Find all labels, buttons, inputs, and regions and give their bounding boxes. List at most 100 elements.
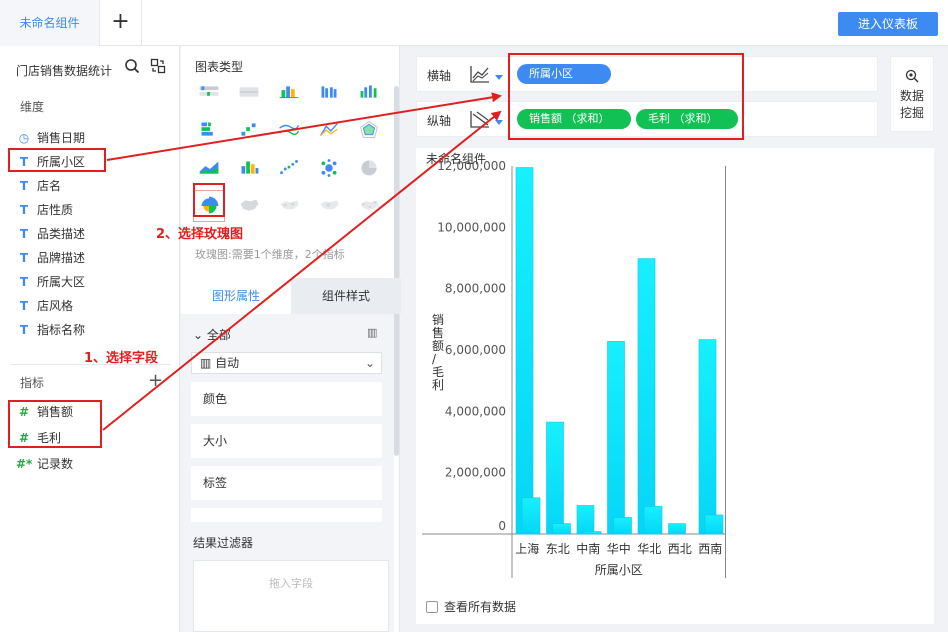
column-combo-icon[interactable]	[233, 152, 265, 184]
result-filter-title: 结果过滤器	[193, 536, 254, 550]
data-mining-button[interactable]: 数据 挖掘	[890, 56, 934, 132]
dimension-field[interactable]: T 店风格	[16, 296, 73, 316]
field-panel: 门店销售数据统计 维度 ◷ 销售日期 T 所属小区 T 店名 T 店性质 T 品类描述 T 品牌描述 T…	[0, 46, 180, 632]
range-bar-icon[interactable]	[233, 114, 265, 146]
y-tick-label: 10,000,000	[437, 220, 506, 234]
pie-chart-icon[interactable]	[353, 152, 385, 184]
chart-style-select[interactable]: ▥ 自动 ⌄	[191, 352, 382, 374]
axis-chart-icon[interactable]	[469, 63, 491, 85]
dimension-field[interactable]: T 店性质	[16, 200, 73, 220]
flow-map-icon[interactable]	[273, 190, 305, 222]
chart-config-panel: 图表类型 玫瑰图:需要1个维度，2个指标 图形属性 组件样式 ⌄ 全部 ▥ ▥	[181, 46, 401, 632]
area-chart-icon[interactable]	[193, 152, 225, 184]
bar-profit	[552, 523, 571, 535]
dimension-field-label: 指标名称	[37, 323, 86, 337]
bubble-chart-icon[interactable]	[313, 152, 345, 184]
china-map-icon[interactable]	[233, 190, 265, 222]
checkbox-icon	[426, 601, 438, 613]
bar-sales	[607, 341, 625, 535]
bar-chart-icon[interactable]	[313, 76, 345, 108]
label-property[interactable]: 标签	[191, 466, 382, 500]
text-type-icon: T	[19, 203, 29, 217]
text-type-icon: T	[19, 323, 29, 337]
view-all-data-checkbox[interactable]: 查看所有数据	[426, 598, 516, 615]
all-series-toggle[interactable]: ⌄ 全部	[193, 326, 231, 343]
property-tabs: 图形属性 组件样式	[181, 278, 401, 314]
x-tick-label: 上海	[515, 541, 539, 556]
data-mining-label-1: 数据	[899, 89, 924, 103]
dimension-field-label: 品类描述	[37, 227, 86, 241]
axis-caret-icon[interactable]	[495, 75, 503, 80]
axis-chart-icon[interactable]	[469, 108, 491, 130]
table-chart-icon[interactable]	[193, 76, 225, 108]
dimension-field[interactable]: T 指标名称	[16, 320, 85, 340]
y-tick-label: 0	[498, 519, 506, 533]
x-axis-title: 所属小区	[595, 563, 643, 577]
x-tick-label: 西北	[668, 542, 692, 556]
size-property[interactable]: 大小	[191, 424, 382, 458]
top-tab-bar: 未命名组件 + 进入仪表板	[0, 0, 948, 46]
x-tick-label: 华中	[607, 541, 631, 556]
color-property[interactable]: 颜色	[191, 382, 382, 416]
tooltip-property[interactable]	[191, 508, 382, 522]
shape-properties-area: ⌄ 全部 ▥ ▥ 自动 ⌄ 颜色 大小 标签	[181, 314, 394, 522]
heat-map-icon[interactable]	[313, 190, 345, 222]
grouped-bar-icon[interactable]	[353, 76, 385, 108]
dimensions-title: 维度	[20, 100, 45, 114]
tab-component-style[interactable]: 组件样式	[291, 278, 401, 314]
dimension-field[interactable]: T 品牌描述	[16, 248, 85, 268]
record-count-icon: #*	[16, 457, 33, 471]
bar-profit	[643, 506, 663, 535]
x-tick-label: 中南	[576, 541, 600, 556]
bar-chart: 0 2,000,000 4,000,000 6,000,000 8,000,000 10,…	[422, 159, 726, 578]
switch-datasource-icon[interactable]	[150, 58, 166, 74]
y-axis-label: 纵轴	[427, 114, 452, 128]
bar-profit	[521, 497, 541, 535]
text-type-icon: T	[19, 299, 29, 313]
dimension-field-label: 品牌描述	[37, 251, 86, 265]
bar-sales	[546, 421, 564, 535]
y-axis-title: 销售额/毛利	[432, 313, 444, 392]
y-tick-label: 2,000,000	[445, 466, 506, 480]
stacked-bar-icon[interactable]	[193, 114, 225, 146]
measure-field[interactable]: #* 记录数	[16, 454, 73, 474]
bar-profit	[582, 531, 602, 535]
chart-types-scrollbar[interactable]	[394, 86, 399, 456]
search-icon[interactable]	[124, 58, 140, 74]
text-type-icon: T	[19, 251, 29, 265]
bar-sales	[668, 523, 686, 535]
dimension-field[interactable]: T 所属大区	[16, 272, 85, 292]
add-measure-button[interactable]: +	[148, 370, 163, 391]
dimension-field[interactable]: ◷ 销售日期	[16, 128, 85, 148]
bar-sales	[515, 167, 534, 535]
line-chart-icon[interactable]	[273, 114, 305, 146]
data-mining-icon	[905, 69, 919, 83]
text-type-icon: T	[19, 275, 29, 289]
annotation-step-2: 2、选择玫瑰图	[156, 227, 244, 242]
cross-table-icon[interactable]	[233, 76, 265, 108]
chevron-down-icon: ⌄	[193, 328, 204, 342]
radar-chart-icon[interactable]	[353, 114, 385, 146]
enter-dashboard-button[interactable]: 进入仪表板	[838, 12, 938, 36]
bar-profit	[613, 517, 632, 535]
text-type-icon: T	[19, 227, 29, 241]
dimension-field[interactable]: T 品类描述	[16, 224, 85, 244]
radar-line-icon[interactable]	[313, 114, 345, 146]
region-map-icon[interactable]	[353, 190, 385, 222]
axis-caret-icon[interactable]	[495, 120, 503, 125]
y-tick-label: 4,000,000	[445, 404, 506, 418]
y-tick-label: 6,000,000	[445, 343, 506, 357]
add-tab-button[interactable]: +	[100, 0, 142, 46]
x-tick-label: 西南	[698, 541, 722, 556]
annotation-box-measures	[8, 400, 102, 448]
series-chart-type-icon[interactable]: ▥	[367, 326, 377, 339]
tab-shape-properties[interactable]: 图形属性	[181, 278, 291, 314]
grouped-table-icon[interactable]	[273, 76, 305, 108]
x-tick-label: 东北	[546, 542, 570, 556]
tab-unnamed-component[interactable]: 未命名组件	[0, 0, 100, 46]
filter-drop-zone[interactable]: 拖入字段	[193, 560, 389, 632]
dimension-field[interactable]: T 店名	[16, 176, 61, 196]
chart-type-tip: 玫瑰图:需要1个维度，2个指标	[195, 248, 345, 261]
y-tick-label: 8,000,000	[445, 282, 506, 296]
scatter-chart-icon[interactable]	[273, 152, 305, 184]
